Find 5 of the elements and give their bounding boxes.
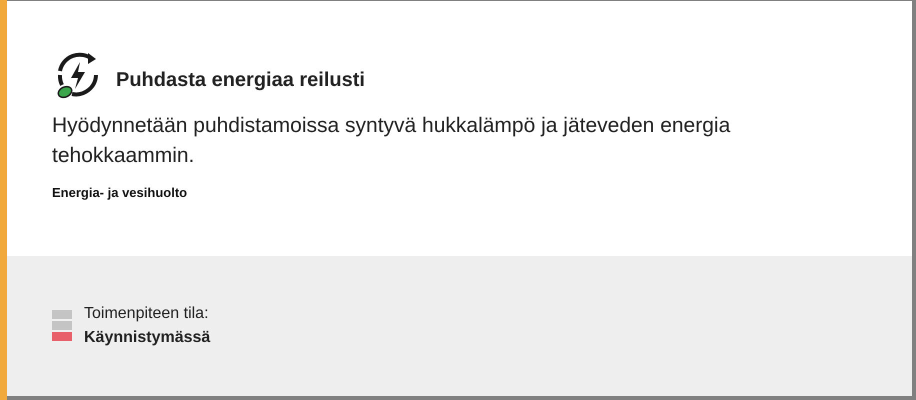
status-value: Käynnistymässä [84,328,210,348]
card-title: Puhdasta energiaa reilusti [116,68,365,93]
description: Hyödynnetään puhdistamoissa syntyvä hukkalämpö ja jäteveden energia tehokkaammin. [52,113,732,169]
category-label: Energia- ja vesihuolto [52,184,188,202]
status-label: Toimenpiteen tila: [84,304,210,324]
